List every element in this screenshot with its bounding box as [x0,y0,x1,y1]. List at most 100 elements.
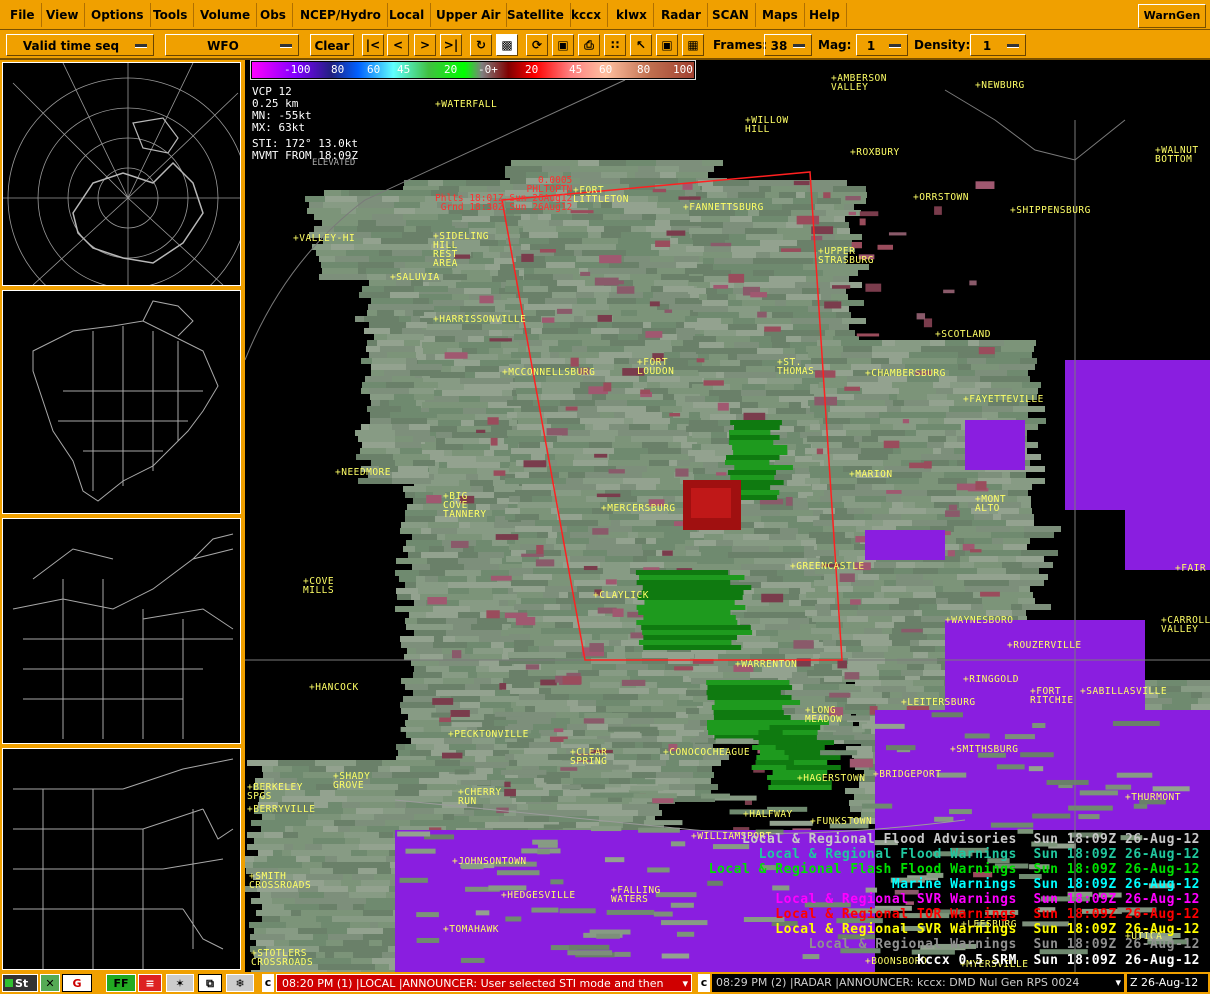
menu-radar[interactable]: Radar [655,3,708,27]
guardian-icon[interactable]: G [62,974,92,992]
refresh-icon[interactable]: ⟳ [526,34,548,56]
density-dropdown[interactable]: 1 [970,34,1026,56]
clear-button[interactable]: Clear [310,34,354,56]
town-label: +GREENCASTLE [790,561,865,572]
menu-ncep-hydro[interactable]: NCEP/Hydro [294,3,388,27]
ffmp-button[interactable]: FF [106,974,136,992]
colorbar-tick: 45 [569,63,583,76]
town-label: +LONG MEADOW [805,705,843,725]
four-panel-icon[interactable]: ▦ [682,34,704,56]
town-label: +NEWBURG [975,80,1025,91]
frames-label: Frames: [713,38,768,52]
town-label: +ROXBURY [850,147,900,158]
single-panel-icon[interactable]: ▣ [656,34,678,56]
first-frame-icon[interactable]: |< [362,34,384,56]
eastern-us-map-graphic [12,533,234,739]
town-label: +TOMAHAWK [443,924,499,935]
cursor-icon[interactable]: ↖ [630,34,652,56]
town-label: +LEITERSBURG [901,697,976,708]
town-label: +SHIPPENSBURG [1010,205,1091,216]
menu-obs[interactable]: Obs [254,3,293,27]
town-label: +WARRENTON [735,659,798,670]
last-frame-icon[interactable]: >| [440,34,462,56]
thumbnail-polar-map[interactable] [2,62,249,319]
step-forward-icon[interactable]: > [414,34,436,56]
town-label: +JOHNSONTOWN [452,856,527,867]
town-label: +FORT LOUDON [637,357,675,377]
start-button[interactable]: St [2,974,38,992]
step-back-icon[interactable]: < [387,34,409,56]
radar-map-pane[interactable]: -100 80 60 45 20 -0+ 20 45 60 80 100 VCP… [245,60,1210,972]
menu-upper-air[interactable]: Upper Air [430,3,508,27]
town-label: +HALFWAY [743,809,793,820]
town-label: +FALLING WATERS [611,885,661,905]
colorbar-tick: 80 [637,63,651,76]
town-label: +FUNKSTOWN [810,816,873,827]
print-icon[interactable]: ⎙ [578,34,600,56]
menu-view[interactable]: View [40,3,86,27]
town-label: +FAIR [1175,563,1207,574]
zoom-box-icon[interactable]: ▣ [552,34,574,56]
list-icon[interactable]: ≡ [138,974,162,992]
menu-maps[interactable]: Maps [756,3,805,27]
valid-time-label: Valid time seq [22,39,120,53]
status-bar: St ✕ G FF ≡ ✶ ⧉ ❄ c 08:20 PM (1) |LOCAL … [0,972,1210,994]
colorbar-tick: 45 [397,63,411,76]
town-label: +UPPER STRASBURG [818,246,874,266]
thumbnail-eastern-us-map[interactable] [2,518,241,744]
town-label: +BRIDGEPORT [873,769,942,780]
colorbar-tick: -0+ [478,63,498,76]
image-combine-icon[interactable]: ▩ [496,34,518,56]
wfo-dropdown[interactable]: WFO [165,34,299,56]
notepad-icon[interactable]: ⧉ [198,974,222,992]
alert-message[interactable]: 08:20 PM (1) |LOCAL |ANNOUNCER: User sel… [276,974,692,992]
town-label: +FORT LITTLETON [573,185,629,205]
sample-points-icon[interactable]: ∷ [604,34,626,56]
menu-options[interactable]: Options [85,3,151,27]
warngen-button[interactable]: WarnGen [1138,4,1206,28]
town-label: +SABILLASVILLE [1080,686,1168,697]
menu-file[interactable]: File [4,3,42,27]
menu-klwx[interactable]: klwx [610,3,654,27]
snowflake-icon[interactable]: ❄ [226,974,254,992]
menu-volume[interactable]: Volume [194,3,258,27]
town-label: +VALLEY-HI [293,233,356,244]
town-label: +SIDELING HILL REST AREA [433,231,489,269]
town-label: +AMBERSON VALLEY [831,73,887,93]
clock-display: Z 26-Aug-12 [1127,974,1208,992]
town-label: +BERKELEY SPGS [247,782,303,802]
legend-row: Local & Regional Warnings Sun 18:09Z 26-… [808,937,1200,952]
thumbnail-north-america-map[interactable] [2,290,241,514]
thumbnail-sidebar [0,60,249,972]
runner-icon[interactable]: ✶ [166,974,194,992]
mag-dropdown[interactable]: 1 [856,34,908,56]
menu-help[interactable]: Help [803,3,847,27]
town-label: +SHADY GROVE [333,771,371,791]
town-label: +CLEAR SPRING [570,747,608,767]
menu-kccx[interactable]: kccx [565,3,608,27]
thumbnail-regional-map[interactable] [2,748,241,970]
town-label: +FORT RITCHIE [1030,686,1074,706]
radar-message[interactable]: 08:29 PM (2) |RADAR |ANNOUNCER: kccx: DM… [712,974,1124,992]
town-label: +NEEDMORE [335,467,391,478]
menu-scan[interactable]: SCAN [706,3,756,27]
legend-row: kccx 0.5 SRM Sun 18:09Z 26-Aug-12 [916,953,1200,968]
town-label: +HAGERSTOWN [797,773,866,784]
legend-row: Local & Regional TOR Warnings Sun 18:09Z… [775,907,1200,922]
menu-tools[interactable]: Tools [147,3,195,27]
elevated-text: ELEVATED [312,158,356,168]
colorbar-tick: 60 [367,63,381,76]
legend-row: Marine Warnings Sun 18:09Z 26-Aug-12 [891,877,1200,892]
menu-local[interactable]: Local [383,3,432,27]
menu-satellite[interactable]: Satellite [501,3,571,27]
loop-icon[interactable]: ↻ [470,34,492,56]
town-label: +CONOCOCHEAGUE [663,747,751,758]
town-label: +CHERRY RUN [458,787,502,807]
frames-dropdown[interactable]: 38 [764,34,812,56]
town-label: +HEDGESVILLE [501,890,576,901]
valid-time-dropdown[interactable]: Valid time seq [6,34,154,56]
console-icon[interactable]: c [262,974,274,992]
town-label: +SALUVIA [390,272,440,283]
tools-icon[interactable]: ✕ [40,974,60,992]
console-icon[interactable]: c [698,974,710,992]
